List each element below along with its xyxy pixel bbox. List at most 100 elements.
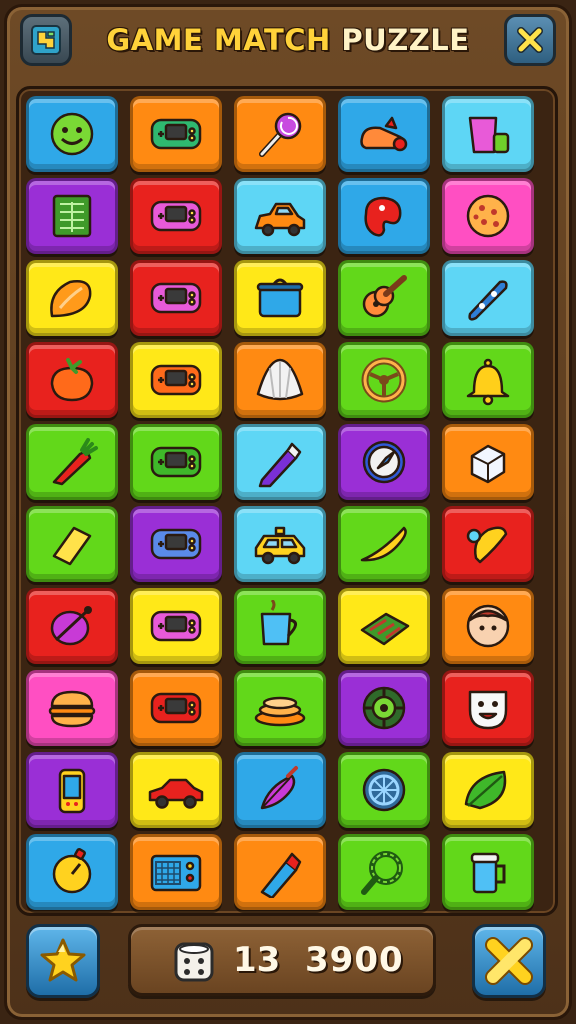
- tile[interactable]: [338, 752, 430, 828]
- tile[interactable]: [338, 260, 430, 336]
- cookie-icon: [466, 194, 510, 238]
- tile[interactable]: [26, 506, 118, 582]
- palette-icon: [364, 196, 402, 237]
- score-value: 3900: [305, 940, 404, 980]
- tile[interactable]: [338, 834, 430, 910]
- tile[interactable]: [442, 506, 534, 582]
- mug-icon: [260, 600, 297, 646]
- beetle-icon: [50, 606, 92, 646]
- toy-car-icon: [254, 202, 306, 237]
- tile[interactable]: [442, 424, 534, 500]
- stopwatch-icon: [52, 848, 92, 894]
- score-panel: 13 3900: [128, 924, 436, 996]
- tile[interactable]: [130, 96, 222, 172]
- tile[interactable]: [130, 178, 222, 254]
- tile[interactable]: [26, 96, 118, 172]
- tile[interactable]: [26, 178, 118, 254]
- smiley-ball-icon: [50, 112, 94, 156]
- tile[interactable]: [442, 260, 534, 336]
- tile[interactable]: [338, 424, 430, 500]
- cheese-icon: [52, 526, 92, 566]
- tile[interactable]: [338, 670, 430, 746]
- tile[interactable]: [26, 342, 118, 418]
- tile[interactable]: [130, 506, 222, 582]
- tile[interactable]: [442, 96, 534, 172]
- guitar-icon: [362, 275, 407, 318]
- game-console-icon: [150, 118, 202, 150]
- tile[interactable]: [234, 96, 326, 172]
- steering-wheel-icon: [361, 357, 407, 403]
- tile[interactable]: [442, 588, 534, 664]
- tile[interactable]: [234, 506, 326, 582]
- game-console-icon: [150, 528, 202, 560]
- tile[interactable]: [234, 670, 326, 746]
- tile[interactable]: [234, 834, 326, 910]
- sugar-cube-icon: [470, 444, 506, 484]
- star-button[interactable]: [26, 924, 100, 998]
- lollipop-icon: [259, 112, 302, 157]
- tile[interactable]: [338, 96, 430, 172]
- tile[interactable]: [234, 342, 326, 418]
- close-button[interactable]: [504, 14, 556, 66]
- tile[interactable]: [130, 670, 222, 746]
- tile[interactable]: [26, 752, 118, 828]
- tile[interactable]: [26, 670, 118, 746]
- top-bar: GAME MATCH PUZZLE: [0, 0, 576, 80]
- chocolate-bar-icon: [52, 194, 92, 238]
- map-button[interactable]: [20, 14, 72, 66]
- map-icon: [31, 25, 61, 55]
- tile[interactable]: [442, 752, 534, 828]
- cross-booster-button[interactable]: [472, 924, 546, 998]
- tile[interactable]: [130, 342, 222, 418]
- cross-bandage-icon: [485, 937, 533, 985]
- banana-icon: [360, 526, 407, 562]
- game-console-icon: [150, 282, 202, 314]
- tile[interactable]: [234, 752, 326, 828]
- tile[interactable]: [234, 588, 326, 664]
- tile[interactable]: [130, 752, 222, 828]
- tile[interactable]: [130, 424, 222, 500]
- carrot-icon: [52, 438, 98, 486]
- star-icon: [40, 938, 86, 982]
- game-console-icon: [150, 364, 202, 396]
- tile[interactable]: [338, 588, 430, 664]
- cooking-pot-icon: [256, 278, 304, 318]
- tile[interactable]: [130, 834, 222, 910]
- tile[interactable]: [26, 834, 118, 910]
- title-part-1: GAME MATCH: [106, 23, 331, 57]
- moves-counter: 13: [233, 940, 281, 980]
- tile[interactable]: [234, 260, 326, 336]
- cup-icon: [468, 116, 510, 154]
- tile[interactable]: [338, 342, 430, 418]
- tile[interactable]: [442, 178, 534, 254]
- crayon-icon: [258, 442, 302, 488]
- pacifier-icon: [466, 526, 508, 564]
- cake-icon: [360, 612, 410, 646]
- tile[interactable]: [130, 588, 222, 664]
- tile[interactable]: [26, 424, 118, 500]
- beer-mug-icon: [470, 852, 506, 894]
- shell-icon: [256, 358, 304, 401]
- snowboard-icon: [468, 280, 508, 321]
- sneaker-icon: [360, 116, 408, 152]
- tomato-icon: [50, 358, 94, 402]
- game-title: GAME MATCH PUZZLE: [90, 18, 486, 62]
- tile[interactable]: [338, 178, 430, 254]
- feather-pen-icon: [260, 766, 298, 810]
- tile[interactable]: [130, 260, 222, 336]
- tile-grid: [26, 96, 534, 910]
- tile[interactable]: [26, 260, 118, 336]
- tile[interactable]: [234, 178, 326, 254]
- mango-icon: [50, 280, 92, 318]
- bell-icon: [466, 358, 510, 406]
- tile[interactable]: [442, 834, 534, 910]
- tile[interactable]: [234, 424, 326, 500]
- pancakes-icon: [254, 696, 306, 727]
- tile[interactable]: [338, 506, 430, 582]
- taxi-icon: [254, 526, 306, 565]
- tire-icon: [362, 686, 406, 730]
- tile[interactable]: [442, 670, 534, 746]
- tile[interactable]: [26, 588, 118, 664]
- dice-icon: [174, 942, 214, 982]
- tile[interactable]: [442, 342, 534, 418]
